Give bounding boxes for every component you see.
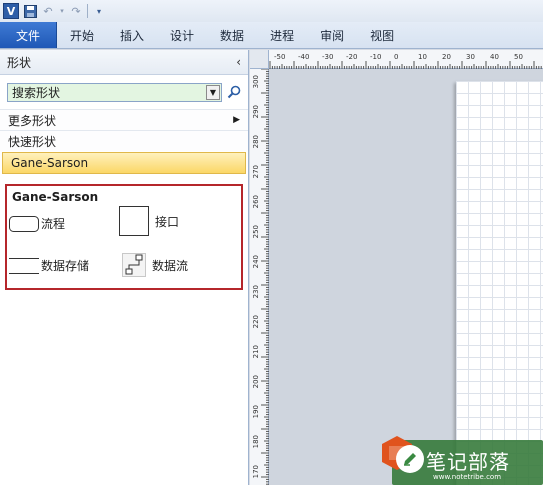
tab-process[interactable]: 进程 <box>257 22 307 48</box>
tab-insert[interactable]: 插入 <box>107 22 157 48</box>
watermark-text: 笔记部落 <box>426 450 510 474</box>
shape-data-flow[interactable]: 数据流 <box>122 253 188 277</box>
tab-file[interactable]: 文件 <box>0 22 57 48</box>
pencil-icon <box>396 445 424 473</box>
ruler-label: -10 <box>370 53 381 61</box>
search-shapes-text: 搜索形状 <box>12 85 61 100</box>
quick-shapes-item[interactable]: 快速形状 <box>0 130 248 151</box>
ruler-label: 20 <box>442 53 451 61</box>
ruler-label: 300 <box>252 75 260 88</box>
chevron-down-icon[interactable]: ▼ <box>206 84 220 100</box>
ruler-label: -50 <box>274 53 285 61</box>
shape-data-flow-label: 数据流 <box>152 258 189 273</box>
ruler-label: -30 <box>322 53 333 61</box>
stencil-highlight: Gane-Sarson 流程 接口 数据存储 数据流 <box>5 184 243 290</box>
search-shapes-input[interactable]: 搜索形状 ▼ <box>7 82 222 102</box>
ruler-label: 210 <box>252 345 260 358</box>
shape-process-label: 流程 <box>41 217 66 231</box>
search-row: 搜索形状 ▼ <box>0 75 248 109</box>
ruler-label: 270 <box>252 165 260 178</box>
ruler-label: 0 <box>394 53 398 61</box>
ribbon-tabs: 文件 开始 插入 设计 数据 进程 审阅 视图 <box>0 22 543 49</box>
ruler-label: 230 <box>252 285 260 298</box>
interface-shape-icon <box>119 206 149 236</box>
ruler-label: 220 <box>252 315 260 328</box>
shape-data-store[interactable]: 数据存储 <box>9 257 89 274</box>
ruler-label: 200 <box>252 375 260 388</box>
more-shapes-item[interactable]: 更多形状 ▶ <box>0 109 248 130</box>
watermark-url: www.notetribe.com <box>433 473 502 481</box>
shape-process[interactable]: 流程 <box>9 215 65 232</box>
data-flow-shape-icon <box>122 253 146 277</box>
ruler-label: -40 <box>298 53 309 61</box>
ruler-label: 180 <box>252 435 260 448</box>
quick-shapes-label: 快速形状 <box>8 134 57 149</box>
data-store-shape-icon <box>9 257 39 274</box>
horizontal-ruler-ticks: -50 -40 -30 -20 -10 0 10 20 30 40 50 <box>269 53 542 69</box>
horizontal-ruler[interactable]: -50 -40 -30 -20 -10 0 10 20 30 40 50 <box>250 50 543 69</box>
ruler-label: 10 <box>418 53 427 61</box>
search-icon[interactable] <box>226 84 242 100</box>
process-shape-icon <box>9 215 39 232</box>
ruler-label: 190 <box>252 405 260 418</box>
drawing-page[interactable] <box>456 81 543 485</box>
ruler-corner <box>250 50 269 69</box>
tab-review[interactable]: 审阅 <box>307 22 357 48</box>
undo-dropdown-icon[interactable]: ▾ <box>59 4 65 18</box>
ruler-label: 240 <box>252 255 260 268</box>
ruler-label: 290 <box>252 105 260 118</box>
tab-design[interactable]: 设计 <box>157 22 207 48</box>
quick-access-toolbar: V ↶ ▾ ↷ ▾ <box>0 0 543 22</box>
vertical-ruler-ticks: 300 290 280 270 260 250 240 230 220 210 200 190 180 1… <box>252 69 269 485</box>
ruler-label: 50 <box>514 53 523 61</box>
ruler-label: 250 <box>252 225 260 238</box>
collapse-pane-icon[interactable]: ‹ <box>236 55 241 69</box>
shapes-pane: 形状 ‹ 搜索形状 ▼ 更多形状 ▶ 快速形状 Gane-Sarson Gane… <box>0 50 249 485</box>
undo-icon[interactable]: ↶ <box>41 4 55 18</box>
chevron-right-icon: ▶ <box>233 115 240 125</box>
shapes-pane-header: 形状 ‹ <box>0 50 248 75</box>
more-shapes-label: 更多形状 <box>8 113 57 128</box>
tab-home[interactable]: 开始 <box>57 22 107 48</box>
redo-icon[interactable]: ↷ <box>69 4 83 18</box>
stencil-tab-gane-sarson[interactable]: Gane-Sarson <box>2 152 246 174</box>
ruler-label: 30 <box>466 53 475 61</box>
ruler-label: 40 <box>490 53 499 61</box>
shape-data-store-label: 数据存储 <box>41 259 90 273</box>
tab-view[interactable]: 视图 <box>357 22 407 48</box>
ruler-label: 280 <box>252 135 260 148</box>
toolbar-divider <box>87 4 88 18</box>
ruler-label: 260 <box>252 195 260 208</box>
drawing-canvas[interactable] <box>269 69 543 485</box>
save-icon[interactable] <box>23 4 37 18</box>
ruler-label: 170 <box>252 465 260 478</box>
visio-app-icon[interactable]: V <box>3 3 19 19</box>
stencil-title: Gane-Sarson <box>12 190 99 204</box>
shapes-pane-title: 形状 <box>7 55 32 70</box>
vertical-ruler[interactable]: 300 290 280 270 260 250 240 230 220 210 200 190 180 1… <box>250 69 269 485</box>
customize-toolbar-icon[interactable]: ▾ <box>92 4 106 18</box>
ruler-label: -20 <box>346 53 357 61</box>
shape-interface[interactable]: 接口 <box>119 206 179 236</box>
shape-interface-label: 接口 <box>155 214 180 229</box>
tab-data[interactable]: 数据 <box>207 22 257 48</box>
